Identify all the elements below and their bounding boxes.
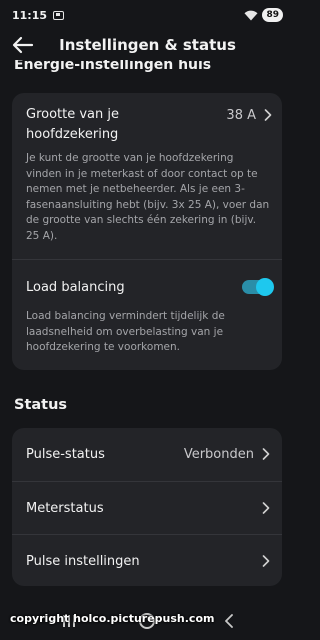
load-balancing-description: Load balancing vermindert tijdelijk de l… (26, 310, 225, 353)
status-left: 11:15 (12, 8, 65, 22)
status-section-heading: Status (14, 397, 68, 413)
wifi-icon (244, 10, 258, 20)
toggle-knob (256, 278, 274, 296)
page-title: Instellingen & status (59, 36, 236, 54)
load-balancing-row: Load balancing (26, 277, 274, 297)
status-right: 89 (244, 8, 283, 22)
energy-section-heading: Energie-instellingen huis (14, 60, 284, 78)
pulse-status-value: Verbonden (183, 446, 254, 462)
fuse-size-description: Je kunt de grootte van je hoofdzekering … (26, 152, 270, 242)
energy-section-heading-text: Energie-instellingen huis (14, 60, 212, 73)
fuse-size-row[interactable]: Grootte van je hoofdzekering 38 A (26, 105, 272, 145)
chevron-right-icon (262, 502, 270, 514)
pulse-status-value-group: Verbonden (184, 447, 270, 462)
screenshot-icon (53, 10, 65, 20)
pulse-status-label: Pulse-status (26, 446, 105, 462)
fuse-size-value-group: 38 A (226, 105, 272, 125)
meter-status-row[interactable]: Meterstatus (12, 482, 282, 534)
status-bar: 11:15 89 (0, 0, 295, 30)
pulse-settings-value-group (262, 555, 270, 567)
load-balancing-toggle[interactable] (242, 278, 274, 296)
pulse-settings-row[interactable]: Pulse instellingen (12, 535, 282, 587)
clock: 11:15 (12, 8, 48, 22)
load-balancing-label: Load balancing (26, 279, 125, 295)
battery-indicator: 89 (262, 8, 283, 22)
fuse-size-label: Grootte van je hoofdzekering (26, 107, 120, 142)
divider (12, 259, 282, 260)
chevron-right-icon (262, 448, 270, 460)
chevron-right-icon (264, 109, 272, 121)
pulse-settings-label: Pulse instellingen (26, 553, 140, 569)
app-bar: Instellingen & status (0, 30, 295, 60)
energy-settings-card: Grootte van je hoofdzekering 38 A Je kun… (12, 93, 282, 370)
nav-back-icon[interactable] (224, 614, 234, 628)
fuse-size-value: 38 A (226, 107, 256, 123)
meter-status-label: Meterstatus (26, 500, 104, 516)
chevron-right-icon (262, 555, 270, 567)
status-card: Pulse-status Verbonden Meterstatus Pulse… (12, 428, 282, 586)
copyright-watermark: copyright holco.picturepush.com (10, 612, 215, 625)
meter-status-value-group (262, 502, 270, 514)
pulse-status-row[interactable]: Pulse-status Verbonden (12, 428, 282, 480)
